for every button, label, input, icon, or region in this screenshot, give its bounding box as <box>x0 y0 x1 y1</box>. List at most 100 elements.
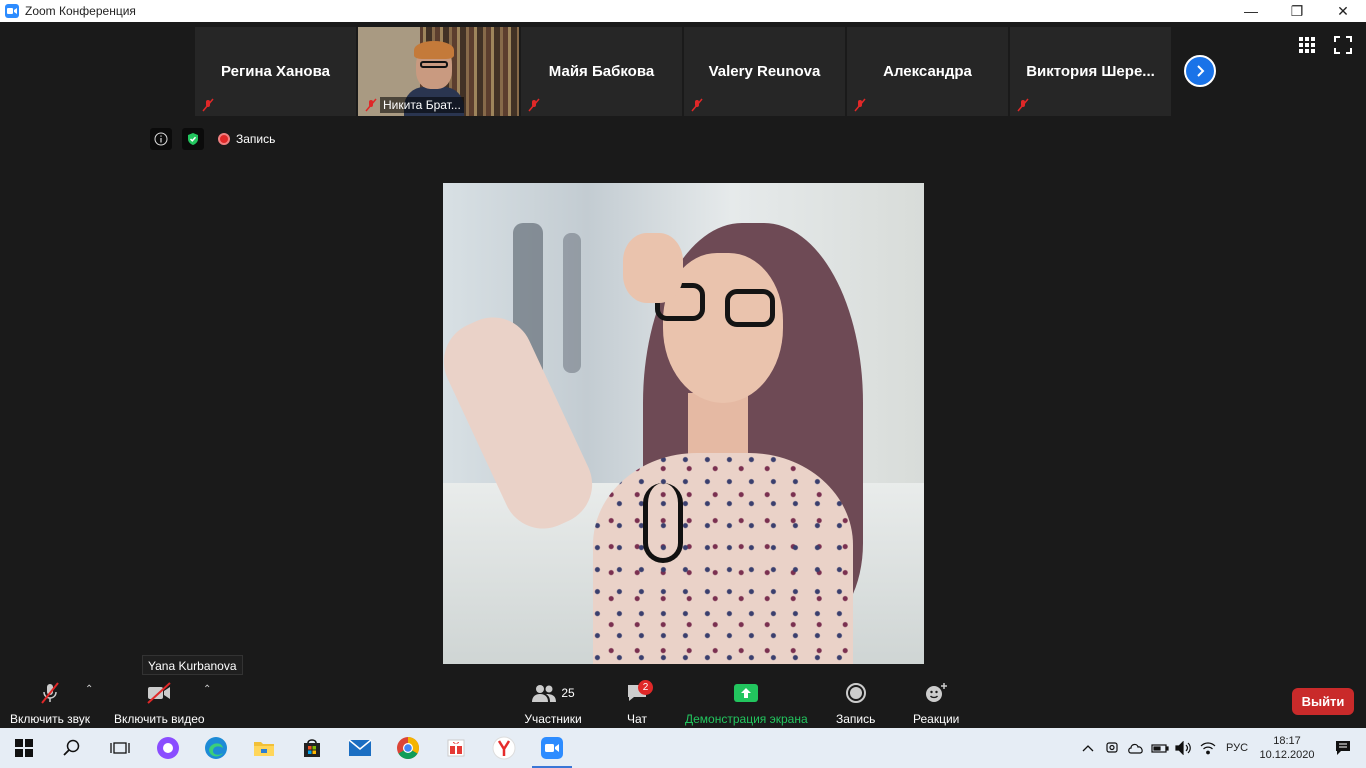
participants-icon: 25 <box>523 680 583 706</box>
clock-time: 18:17 <box>1273 735 1301 747</box>
participant-tile[interactable]: Виктория Шере... <box>1010 27 1171 116</box>
speaker-bow <box>643 483 683 563</box>
restore-button[interactable]: ❐ <box>1274 0 1320 22</box>
participants-button[interactable]: 25 Участники <box>523 676 583 726</box>
record-label: Запись <box>836 712 876 726</box>
windows-start-icon[interactable] <box>0 728 48 768</box>
task-view-icon[interactable] <box>96 728 144 768</box>
view-controls <box>1298 36 1352 54</box>
chevron-up-icon[interactable] <box>1076 728 1100 768</box>
windows-taskbar: РУС 18:17 10.12.2020 <box>0 728 1366 768</box>
participant-name: Регина Ханова <box>221 63 330 80</box>
system-tray: РУС 18:17 10.12.2020 <box>1076 728 1366 768</box>
meeting-toolbar: Включить звук ⌃ Включить видео ⌃ 25 Учас… <box>0 676 1366 728</box>
share-screen-button[interactable]: Демонстрация экрана <box>685 676 808 726</box>
share-screen-icon <box>733 680 759 706</box>
participant-name: Виктория Шере... <box>1026 63 1155 80</box>
recording-label: Запись <box>236 132 276 146</box>
video-person-glasses <box>420 61 448 68</box>
input-language[interactable]: РУС <box>1220 742 1254 754</box>
reactions-label: Реакции <box>913 712 960 726</box>
fullscreen-icon[interactable] <box>1334 36 1352 54</box>
alice-assistant-icon[interactable] <box>144 728 192 768</box>
file-explorer-icon[interactable] <box>240 728 288 768</box>
webcam-icon[interactable] <box>1100 728 1124 768</box>
onedrive-cloud-icon[interactable] <box>1124 728 1148 768</box>
participant-name-tooltip: Yana Kurbanova <box>142 655 243 675</box>
gift-app-icon[interactable] <box>432 728 480 768</box>
edge-browser-icon[interactable] <box>192 728 240 768</box>
info-icon <box>154 132 168 146</box>
close-button[interactable]: ✕ <box>1320 0 1366 22</box>
active-speaker-video <box>443 183 924 664</box>
yandex-browser-icon[interactable] <box>480 728 528 768</box>
unmute-label: Включить звук <box>10 712 91 726</box>
leave-meeting-button[interactable]: Выйти <box>1292 688 1354 715</box>
record-dot-icon <box>218 133 230 145</box>
share-screen-label: Демонстрация экрана <box>685 712 808 726</box>
clock-date: 10.12.2020 <box>1259 749 1315 761</box>
record-button[interactable]: Запись <box>836 676 875 726</box>
notifications-icon[interactable] <box>1320 728 1366 768</box>
wifi-icon[interactable] <box>1196 728 1220 768</box>
participants-label: Участники <box>524 712 582 726</box>
title-bar: Zoom Конференция — ❐ ✕ <box>0 0 1366 22</box>
participant-tile-video[interactable]: Никита Брат... <box>358 27 519 116</box>
background-blur <box>563 233 581 373</box>
mic-muted-icon <box>202 98 214 112</box>
participant-tile[interactable]: Регина Ханова <box>195 27 356 116</box>
minimize-button[interactable]: — <box>1228 0 1274 22</box>
zoom-taskbar-icon[interactable] <box>528 728 576 768</box>
chrome-browser-icon[interactable] <box>384 728 432 768</box>
unmute-button[interactable]: Включить звук <box>10 676 90 726</box>
mic-muted-icon <box>528 98 540 112</box>
window-controls: — ❐ ✕ <box>1228 0 1366 22</box>
chat-unread-badge: 2 <box>638 680 653 695</box>
mic-muted-icon <box>691 98 703 112</box>
volume-icon[interactable] <box>1172 728 1196 768</box>
record-icon <box>843 680 869 706</box>
video-options-caret[interactable]: ⌃ <box>203 684 211 695</box>
start-video-button[interactable]: Включить видео <box>114 676 205 726</box>
window-title: Zoom Конференция <box>25 4 136 18</box>
video-person-hair <box>414 41 454 59</box>
mic-muted-icon <box>365 98 377 112</box>
participant-name: Александра <box>883 63 972 80</box>
participant-name: Майя Бабкова <box>548 63 655 80</box>
meeting-area: Регина Ханова Никита Брат... Майя Бабков… <box>0 22 1366 728</box>
participants-strip: Регина Ханова Никита Брат... Майя Бабков… <box>195 27 1171 116</box>
chat-icon: 2 <box>624 680 653 706</box>
zoom-app-icon <box>5 4 19 18</box>
participant-name: Valery Reunova <box>708 63 821 80</box>
speaker-torso <box>593 453 853 664</box>
shield-check-icon <box>188 133 198 145</box>
mic-muted-icon <box>1017 98 1029 112</box>
video-off-icon <box>146 680 172 706</box>
smiley-add-icon <box>923 680 949 706</box>
participant-tile[interactable]: Майя Бабкова <box>521 27 682 116</box>
chat-button[interactable]: 2 Чат <box>624 676 653 726</box>
participant-tile[interactable]: Александра <box>847 27 1008 116</box>
chevron-right-icon <box>1197 65 1205 77</box>
mail-icon[interactable] <box>336 728 384 768</box>
participant-tile[interactable]: Valery Reunova <box>684 27 845 116</box>
start-video-label: Включить видео <box>114 712 205 726</box>
search-icon[interactable] <box>48 728 96 768</box>
microsoft-store-icon[interactable] <box>288 728 336 768</box>
chat-label: Чат <box>627 712 647 726</box>
participant-name: Никита Брат... <box>380 97 464 113</box>
reactions-button[interactable]: Реакции <box>913 676 959 726</box>
mic-muted-icon <box>854 98 866 112</box>
speaker-hand <box>623 233 683 303</box>
gallery-view-icon[interactable] <box>1298 36 1316 54</box>
next-page-button[interactable] <box>1184 55 1216 87</box>
mic-muted-icon <box>37 680 63 706</box>
system-clock[interactable]: 18:17 10.12.2020 <box>1254 734 1320 762</box>
battery-icon[interactable] <box>1148 728 1172 768</box>
meeting-info-row: Запись <box>150 128 275 150</box>
recording-indicator[interactable]: Запись <box>218 132 275 146</box>
encryption-button[interactable] <box>182 128 204 150</box>
meeting-info-button[interactable] <box>150 128 172 150</box>
audio-options-caret[interactable]: ⌃ <box>85 684 93 695</box>
participants-count: 25 <box>561 686 575 700</box>
